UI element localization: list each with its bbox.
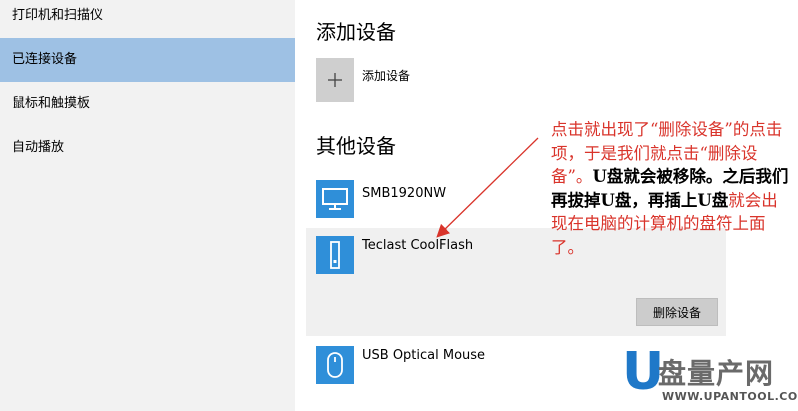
remove-device-button[interactable]: 删除设备 xyxy=(636,298,718,326)
sidebar-item-printers[interactable]: 打印机和扫描仪 xyxy=(0,0,295,38)
monitor-icon xyxy=(316,180,354,218)
add-section-title: 添加设备 xyxy=(316,20,396,44)
device-name-usb-mouse[interactable]: USB Optical Mouse xyxy=(362,348,485,363)
sidebar-item-connected-devices[interactable]: 已连接设备 xyxy=(0,38,295,82)
watermark-logo: U 盘量产网 WWW.UPANTOOL.COM xyxy=(622,346,798,408)
watermark-name: 盘量产网 xyxy=(658,357,775,390)
add-device-label[interactable]: 添加设备 xyxy=(362,67,410,84)
watermark-url: WWW.UPANTOOL.COM xyxy=(662,390,798,403)
device-name-smb1920nw[interactable]: SMB1920NW xyxy=(362,186,446,201)
annotation-text: 点击就出现了“删除设备”的点击项，于是我们就点击“删除设备”。U盘就会被移除。之… xyxy=(551,118,791,259)
other-section-title: 其他设备 xyxy=(316,134,396,158)
mouse-icon xyxy=(316,346,354,384)
device-name-teclast[interactable]: Teclast CoolFlash xyxy=(362,238,473,253)
add-device-button[interactable] xyxy=(316,58,354,102)
sidebar-item-autoplay[interactable]: 自动播放 xyxy=(0,126,295,170)
sidebar: 打印机和扫描仪 已连接设备 鼠标和触摸板 自动播放 xyxy=(0,0,295,411)
sidebar-item-mouse-touchpad[interactable]: 鼠标和触摸板 xyxy=(0,82,295,126)
plus-icon xyxy=(328,73,342,87)
usb-drive-icon xyxy=(316,236,354,274)
